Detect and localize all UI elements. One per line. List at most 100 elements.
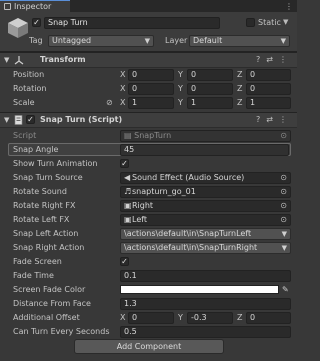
tab-inspector[interactable]: Inspector (0, 0, 70, 12)
object-picker-icon: ⊙ (280, 131, 287, 140)
help-icon[interactable]: ? (256, 55, 260, 64)
fade-time-label: Fade Time (13, 271, 54, 280)
rotation-z-field[interactable]: 0 (246, 83, 291, 95)
y-label[interactable]: Y (178, 69, 183, 81)
fade-screen-label: Fade Screen (13, 257, 62, 266)
layer-dropdown[interactable]: Default ▼ (189, 35, 290, 47)
more-icon[interactable]: ⋮ (279, 115, 287, 124)
gameobject-icon: ▣ (124, 215, 132, 224)
audio-clip-icon: ♬ (124, 187, 132, 196)
source-field[interactable]: ◀ Sound Effect (Audio Source) ⊙ (120, 172, 291, 184)
add-component-button[interactable]: Add Component (74, 339, 224, 354)
offset-x-field[interactable]: 0 (128, 312, 174, 324)
script-file-icon: ▤ (124, 131, 135, 140)
rotation-y-field[interactable]: 0 (187, 83, 233, 95)
z-label[interactable]: Z (237, 83, 242, 95)
fold-arrow-icon[interactable]: ▼ (4, 56, 9, 64)
snap-angle-label: Snap Angle (13, 145, 59, 154)
left-fx-field[interactable]: ▣Left ⊙ (120, 214, 291, 226)
can-turn-label: Can Turn Every Seconds (13, 327, 110, 336)
right-fx-label: Rotate Right FX (13, 201, 76, 210)
gameobject-icon: ▣ (124, 201, 132, 210)
help-icon[interactable]: ? (256, 115, 260, 124)
y-label[interactable]: Y (178, 83, 183, 95)
tab-menu-icon[interactable]: ⋮ (285, 2, 293, 11)
z-label[interactable]: Z (237, 312, 242, 324)
static-dropdown-icon[interactable]: ▼ (283, 18, 288, 26)
left-fx-label: Rotate Left FX (13, 215, 70, 224)
script-icon (14, 115, 23, 125)
sound-label: Rotate Sound (13, 187, 67, 196)
audio-source-icon: ◀ (124, 173, 131, 182)
tag-label: Tag (29, 36, 43, 45)
z-label[interactable]: Z (237, 69, 242, 81)
presets-icon[interactable]: ⇄ (266, 55, 273, 64)
transform-icon (14, 56, 24, 65)
sound-field[interactable]: ♬snapturn_go_01 ⊙ (120, 186, 291, 198)
x-label[interactable]: X (120, 97, 125, 109)
right-action-label: Snap Right Action (13, 243, 85, 252)
rotation-x-field[interactable]: 0 (128, 83, 174, 95)
transform-title: Transform (40, 55, 86, 64)
transform-header[interactable]: ▼ Transform ? ⇄ ⋮ (0, 52, 297, 68)
scale-label: Scale (13, 98, 35, 107)
x-label[interactable]: X (120, 312, 125, 324)
chevron-down-icon: ▼ (280, 37, 286, 45)
fold-arrow-icon[interactable]: ▼ (4, 116, 9, 124)
show-anim-checkbox[interactable]: ✓ (120, 159, 129, 168)
static-checkbox[interactable] (246, 18, 255, 27)
inspector-icon (4, 3, 11, 10)
chevron-down-icon: ▼ (144, 37, 150, 45)
y-label[interactable]: Y (178, 97, 183, 109)
can-turn-field[interactable]: 0.5 (120, 326, 291, 338)
scale-x-field[interactable]: 1 (128, 97, 174, 109)
fade-color-swatch[interactable] (120, 285, 279, 294)
distance-field[interactable]: 1.3 (120, 298, 291, 310)
snapturn-header[interactable]: ▼ ✓ Snap Turn (Script) ? ⇄ ⋮ (0, 112, 297, 128)
presets-icon[interactable]: ⇄ (266, 115, 273, 124)
y-label[interactable]: Y (178, 312, 183, 324)
offset-z-field[interactable]: 0 (246, 312, 291, 324)
snapturn-enabled-checkbox[interactable]: ✓ (26, 115, 35, 124)
rotation-label: Rotation (13, 84, 47, 93)
fade-time-field[interactable]: 0.1 (120, 270, 291, 282)
script-label: Script (13, 131, 37, 140)
source-label: Snap Turn Source (13, 173, 83, 182)
more-icon[interactable]: ⋮ (279, 55, 287, 64)
show-anim-label: Show Turn Animation (13, 159, 98, 168)
right-action-dropdown[interactable]: \actions\default\in\SnapTurnRight ▼ (120, 242, 291, 254)
distance-label: Distance From Face (13, 299, 91, 308)
chevron-down-icon: ▼ (281, 230, 287, 238)
position-x-field[interactable]: 0 (128, 69, 174, 81)
left-action-dropdown[interactable]: \actions\default\in\SnapTurnLeft ▼ (120, 228, 291, 240)
position-y-field[interactable]: 0 (187, 69, 233, 81)
object-picker-icon[interactable]: ⊙ (280, 173, 287, 183)
position-label: Position (13, 70, 45, 79)
object-picker-icon[interactable]: ⊙ (280, 215, 287, 225)
object-name-input[interactable]: Snap Turn (44, 17, 220, 29)
tag-dropdown[interactable]: Untagged ▼ (48, 35, 154, 47)
gameobject-cube-icon (8, 18, 28, 38)
tab-bar: Inspector ⋮ (0, 0, 297, 12)
snap-angle-field[interactable]: 45 (120, 144, 289, 156)
fade-screen-checkbox[interactable]: ✓ (120, 257, 129, 266)
layer-label: Layer (165, 36, 188, 45)
script-field: ▤ SnapTurn ⊙ (120, 130, 291, 142)
z-label[interactable]: Z (237, 97, 242, 109)
scale-z-field[interactable]: 1 (246, 97, 291, 109)
right-fx-field[interactable]: ▣Right ⊙ (120, 200, 291, 212)
active-checkbox[interactable]: ✓ (32, 18, 41, 27)
x-label[interactable]: X (120, 83, 125, 95)
x-label[interactable]: X (120, 69, 125, 81)
position-z-field[interactable]: 0 (246, 69, 291, 81)
offset-y-field[interactable]: -0.3 (187, 312, 233, 324)
chevron-down-icon: ▼ (281, 244, 287, 252)
link-scale-icon[interactable]: ⊘ (106, 97, 113, 109)
snapturn-title: Snap Turn (Script) (40, 115, 123, 124)
object-picker-icon[interactable]: ⊙ (280, 187, 287, 197)
left-action-label: Snap Left Action (13, 229, 79, 238)
tab-label: Inspector (14, 2, 52, 11)
object-picker-icon[interactable]: ⊙ (280, 201, 287, 211)
eyedropper-icon[interactable]: ✎ (282, 284, 289, 296)
scale-y-field[interactable]: 1 (187, 97, 233, 109)
